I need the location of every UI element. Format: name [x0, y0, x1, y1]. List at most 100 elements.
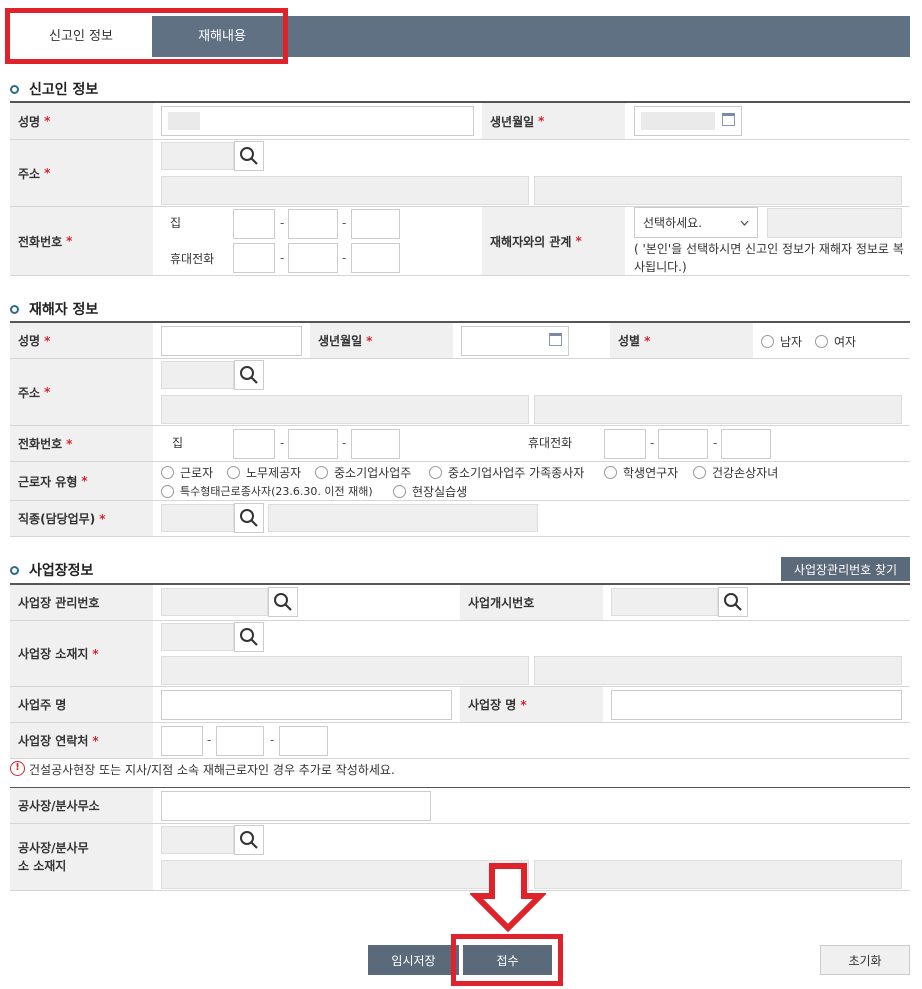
victim-address-label: 주소 * — [10, 359, 153, 425]
dash: - — [207, 733, 212, 747]
reporter-address-label: 주소 * — [10, 140, 153, 206]
owner-name-input[interactable] — [161, 690, 452, 720]
victim-mobile-phone-1[interactable] — [604, 429, 646, 459]
victim-home-phone-2[interactable] — [288, 429, 338, 459]
worker-type-radio[interactable]: 건강손상자녀 — [693, 464, 778, 481]
victim-gender-label: 성별 * — [610, 323, 753, 358]
victim-address-field — [161, 395, 529, 424]
victim-zipcode-field — [161, 361, 234, 389]
workplace-mgmt-no-field — [161, 588, 268, 616]
victim-mobile-phone-2[interactable] — [658, 429, 708, 459]
job-label: 직종(담당업무) * — [10, 501, 153, 536]
dash: - — [280, 436, 285, 450]
dash: - — [270, 733, 275, 747]
dash: - — [713, 436, 718, 450]
reporter-birth-label: 생년월일 * — [482, 103, 625, 139]
reporter-address-field — [161, 176, 529, 205]
search-icon[interactable] — [234, 622, 264, 652]
reporter-home-phone-2[interactable] — [288, 209, 338, 239]
reporter-mobile-phone-1[interactable] — [233, 243, 275, 273]
reporter-phone-label: 전화번호 * — [10, 207, 153, 275]
reporter-address-detail-field — [534, 176, 902, 205]
workplace-phone-3[interactable] — [279, 726, 328, 756]
workplace-start-no-field — [611, 588, 718, 616]
bullet-icon — [10, 84, 19, 94]
worker-type-radio[interactable]: 특수형태근로종사자(23.6.30. 이전 재해) — [161, 483, 373, 499]
victim-name-input[interactable] — [161, 326, 302, 356]
victim-mobile-label: 휴대전화 — [528, 436, 573, 450]
branch-location-label: 공사장/분사무소 소재지 — [10, 824, 153, 890]
victim-birth-label: 생년월일 * — [310, 323, 453, 358]
bullet-icon — [10, 565, 19, 575]
reporter-section-title: 신고인 정보 — [10, 79, 98, 99]
gender-female-radio[interactable]: 여자 — [815, 333, 856, 350]
submit-highlight-box — [451, 934, 563, 986]
search-icon[interactable] — [234, 825, 264, 855]
workplace-phone-1[interactable] — [161, 726, 203, 756]
workplace-zipcode-field — [161, 623, 234, 651]
reset-button[interactable]: 초기화 — [820, 945, 910, 975]
reporter-name-label: 성명 * — [10, 103, 153, 139]
reporter-home-label: 집 — [170, 216, 182, 230]
branch-label: 공사장/분사무소 — [10, 788, 153, 823]
relation-label: 재해자와의 관계 * — [482, 207, 625, 275]
victim-name-label: 성명 * — [10, 323, 153, 358]
workplace-address-detail-field — [534, 656, 902, 685]
search-icon[interactable] — [234, 503, 264, 533]
reporter-name-input[interactable] — [161, 106, 474, 136]
reporter-home-phone-1[interactable] — [233, 209, 275, 239]
branch-address-detail-field — [534, 860, 902, 889]
relation-note: ( '본인'을 선택하시면 신고인 정보가 재해자 정보로 복사됩니다.) — [634, 242, 904, 274]
workplace-mgmt-no-label: 사업장 관리번호 — [10, 585, 153, 620]
workplace-name-label: 사업장 명 * — [460, 687, 603, 722]
reporter-mobile-phone-2[interactable] — [288, 243, 338, 273]
reporter-home-phone-3[interactable] — [351, 209, 400, 239]
workplace-contact-label: 사업장 연락처 * — [10, 723, 153, 758]
victim-home-phone-3[interactable] — [351, 429, 400, 459]
reporter-birth-input[interactable] — [634, 106, 742, 136]
victim-mobile-phone-3[interactable] — [721, 429, 771, 459]
workplace-name-input[interactable] — [611, 690, 902, 720]
tab-highlight-box — [5, 8, 288, 64]
calendar-icon[interactable] — [722, 113, 735, 126]
worker-type-radio[interactable]: 중소기업사업주 가족종사자 — [429, 464, 584, 481]
branch-zipcode-field — [161, 826, 234, 854]
search-icon[interactable] — [718, 587, 748, 617]
workplace-section-title: 사업장정보 — [10, 560, 93, 580]
worker-type-radio[interactable]: 학생연구자 — [604, 464, 678, 481]
warning-icon: ! — [10, 761, 25, 776]
temp-save-button[interactable]: 임시저장 — [368, 945, 459, 975]
relation-other-field — [767, 208, 902, 238]
dash: - — [280, 251, 285, 265]
find-workplace-button[interactable]: 사업장관리번호 찾기 — [781, 557, 910, 581]
search-icon[interactable] — [268, 587, 298, 617]
search-icon[interactable] — [234, 360, 264, 390]
dash: - — [280, 216, 285, 230]
dash: - — [342, 436, 347, 450]
branch-input[interactable] — [161, 791, 431, 821]
victim-birth-input[interactable] — [461, 326, 569, 356]
worker-type-radio[interactable]: 중소기업사업주 — [315, 464, 411, 481]
calendar-icon[interactable] — [549, 333, 562, 346]
worker-type-radio[interactable]: 현장실습생 — [393, 483, 467, 500]
owner-name-label: 사업주 명 — [10, 687, 153, 722]
worker-type-radio[interactable]: 근로자 — [161, 464, 213, 481]
victim-home-label: 집 — [172, 436, 184, 450]
arrow-down-icon — [470, 863, 546, 932]
victim-home-phone-1[interactable] — [233, 429, 275, 459]
victim-phone-label: 전화번호 * — [10, 426, 153, 461]
relation-select[interactable]: 선택하세요. — [634, 207, 758, 238]
reporter-mobile-phone-3[interactable] — [351, 243, 400, 273]
search-icon[interactable] — [234, 141, 264, 171]
dash: - — [650, 436, 655, 450]
worker-type-label: 근로자 유형 * — [10, 462, 153, 500]
reporter-zipcode-field — [161, 142, 234, 170]
worker-type-radio[interactable]: 노무제공자 — [227, 464, 301, 481]
dash: - — [342, 251, 347, 265]
reporter-mobile-label: 휴대전화 — [170, 252, 215, 266]
branch-notice: 건설공사현장 또는 지사/지점 소속 재해근로자인 경우 추가로 작성하세요. — [29, 763, 395, 777]
gender-male-radio[interactable]: 남자 — [761, 333, 802, 350]
bullet-icon — [10, 304, 19, 314]
workplace-phone-2[interactable] — [216, 726, 264, 756]
workplace-start-no-label: 사업개시번호 — [460, 585, 603, 620]
